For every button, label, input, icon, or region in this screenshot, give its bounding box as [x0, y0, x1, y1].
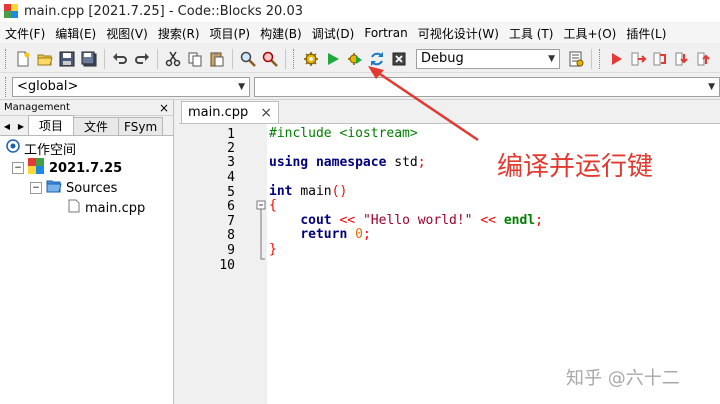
- annotation-label: 编译并运行键: [497, 152, 654, 182]
- watermark: 知乎 @六十二: [566, 368, 680, 389]
- annotation-arrow: [368, 66, 479, 142]
